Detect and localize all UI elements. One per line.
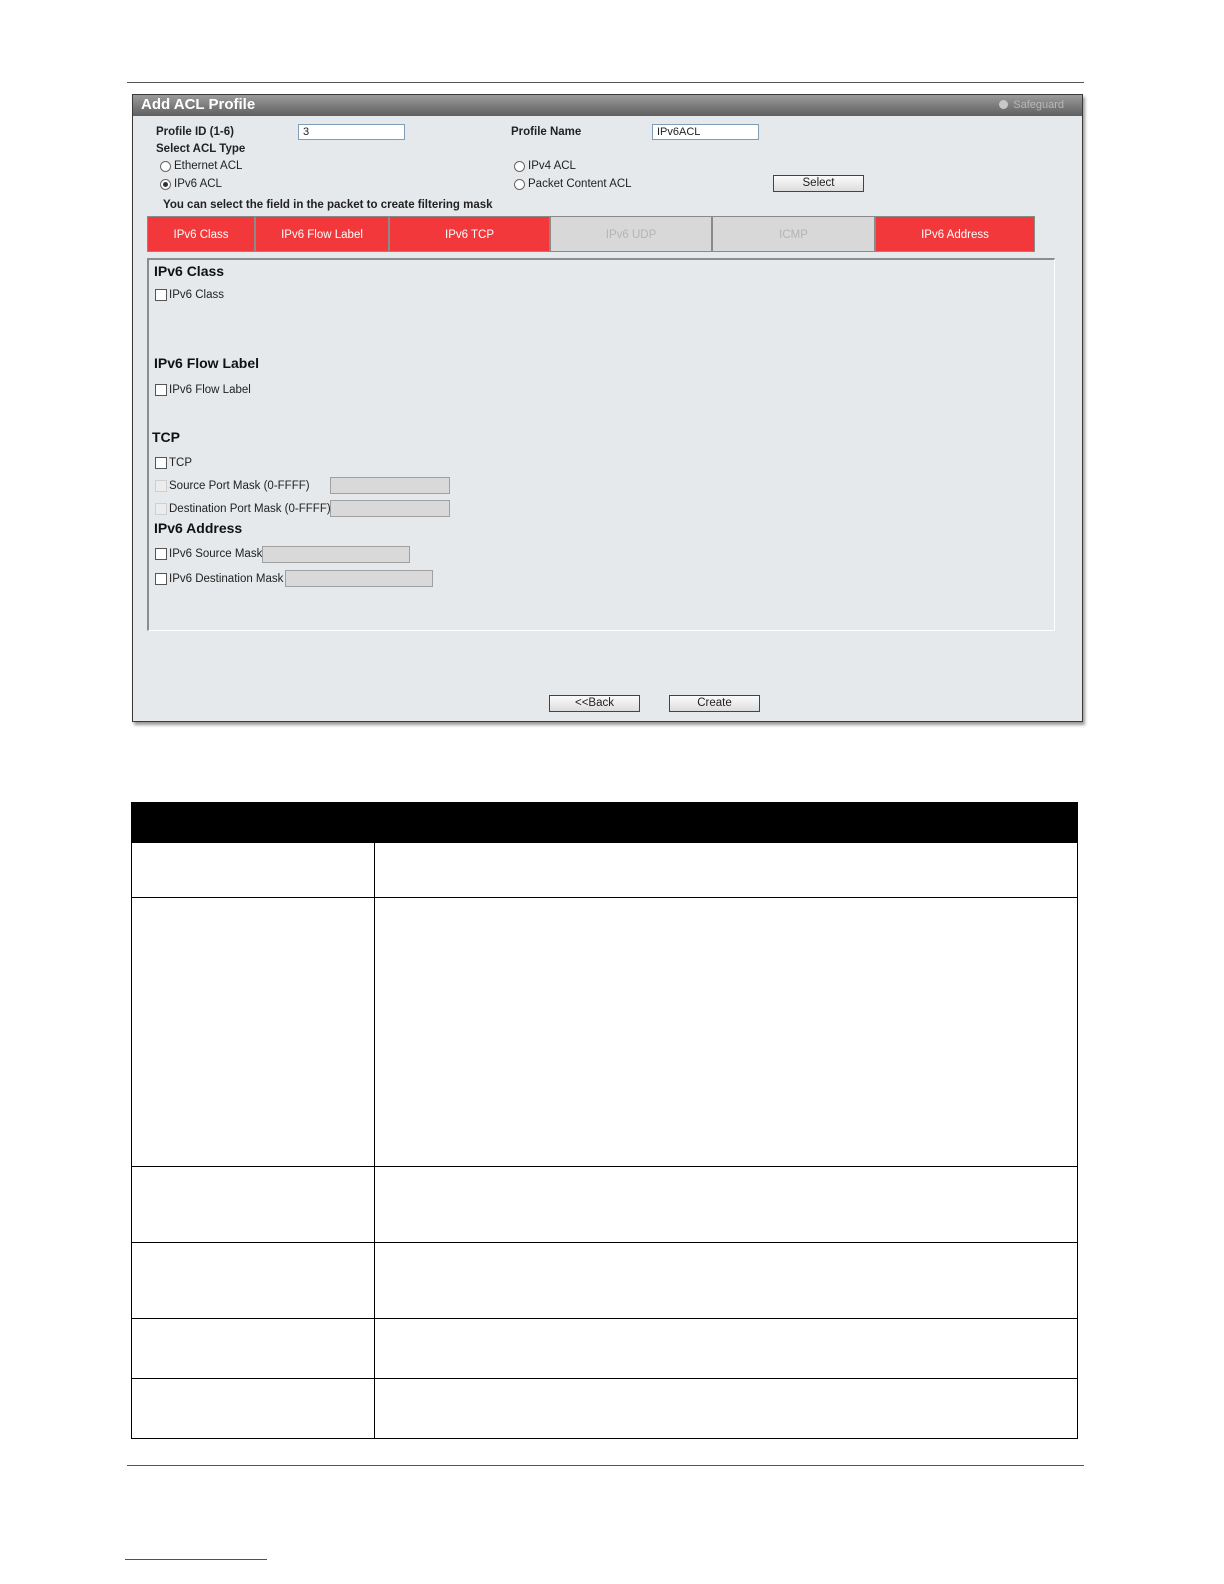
profile-name-label: Profile Name [511,126,582,138]
tab-ipv6-udp[interactable]: IPv6 UDP [550,216,712,252]
ipv6-source-mask-checkbox[interactable] [155,548,167,560]
tab-ipv6-class[interactable]: IPv6 Class [147,216,255,252]
ipv6-destination-mask-label: IPv6 Destination Mask [169,573,284,585]
tab-icmp[interactable]: ICMP [712,216,875,252]
ipv6-class-checkbox-label: IPv6 Class [169,289,224,301]
ipv6-acl-radio[interactable] [160,179,171,190]
table-row [132,897,1077,898]
ethernet-acl-label: Ethernet ACL [174,160,243,172]
profile-id-label: Profile ID (1-6) [156,126,234,138]
footer-link-underline[interactable] [125,1559,267,1560]
bottom-rule [127,1465,1084,1466]
safeguard-label: Safeguard [1013,99,1064,111]
tab-ipv6-address[interactable]: IPv6 Address [875,216,1035,252]
packet-content-acl-label: Packet Content ACL [528,178,632,190]
ipv4-acl-label: IPv4 ACL [528,160,576,172]
source-port-mask-input[interactable] [330,477,450,494]
ipv6-flow-label-checkbox-label: IPv6 Flow Label [169,384,251,396]
table-row [132,1378,1077,1379]
create-button[interactable]: Create [669,695,760,712]
table-header [132,803,1077,843]
back-button[interactable]: <<Back [549,695,640,712]
table-row [132,1318,1077,1319]
packet-content-acl-radio[interactable] [514,179,525,190]
tcp-heading: TCP [152,429,180,445]
tcp-checkbox[interactable] [155,457,167,469]
tcp-checkbox-label: TCP [169,457,192,469]
add-acl-profile-window: Add ACL Profile Safeguard Profile ID (1-… [132,94,1083,722]
ipv6-destination-mask-input[interactable] [285,570,433,587]
ipv6-acl-label: IPv6 ACL [174,178,222,190]
window-title: Add ACL Profile [141,96,256,113]
tab-ipv6-tcp[interactable]: IPv6 TCP [389,216,550,252]
ethernet-acl-radio[interactable] [160,161,171,172]
ipv6-source-mask-input[interactable] [262,546,410,563]
parameter-table [131,802,1078,1439]
ipv6-destination-mask-checkbox[interactable] [155,573,167,585]
ipv6-source-mask-label: IPv6 Source Mask [169,548,263,560]
acl-type-label: Select ACL Type [156,143,246,155]
top-rule [127,82,1084,83]
table-row [132,1242,1077,1243]
ipv6-flow-label-checkbox[interactable] [155,384,167,396]
select-button[interactable]: Select [773,175,864,192]
ipv6-class-checkbox[interactable] [155,289,167,301]
safeguard-icon [999,100,1009,109]
ipv6-address-heading: IPv6 Address [154,520,243,536]
profile-id-input[interactable] [298,124,405,140]
source-port-mask-label: Source Port Mask (0-FFFF) [169,480,310,492]
tab-ipv6-flow-label[interactable]: IPv6 Flow Label [255,216,389,252]
flow-label-heading: IPv6 Flow Label [154,355,260,371]
filtering-instruction: You can select the field in the packet t… [163,199,493,211]
table-row [132,1166,1077,1167]
source-port-mask-checkbox[interactable] [155,480,167,492]
ipv4-acl-radio[interactable] [514,161,525,172]
destination-port-mask-label: Destination Port Mask (0-FFFF) [169,503,331,515]
destination-port-mask-input[interactable] [330,500,450,517]
filter-fields-panel: IPv6 Class IPv6 Class IPv6 Flow Label IP… [147,258,1055,631]
table-column-divider [374,843,375,1438]
ipv6-class-heading: IPv6 Class [154,263,225,279]
profile-name-input[interactable] [652,124,759,140]
window-titlebar: Add ACL Profile Safeguard [133,95,1082,116]
safeguard-indicator: Safeguard [999,99,1064,111]
destination-port-mask-checkbox[interactable] [155,503,167,515]
